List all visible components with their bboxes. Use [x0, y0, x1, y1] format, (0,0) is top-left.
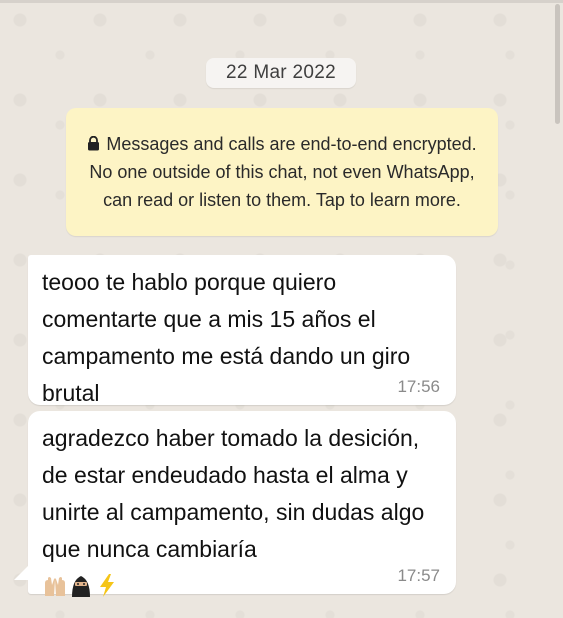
- message-text: agradezco haber tomado la desición, de e…: [42, 420, 442, 605]
- raising-hands-emoji: [45, 577, 65, 596]
- encryption-notice-text-wrap: Messages and calls are end-to-end encryp…: [84, 130, 480, 214]
- scrollbar-thumb[interactable]: [555, 4, 560, 124]
- bubble-tail: [14, 566, 28, 580]
- lightning-emoji: [100, 574, 114, 597]
- message-text-content: teooo te hablo porque quiero comentarte …: [42, 269, 411, 406]
- ninja-emoji: [72, 576, 90, 597]
- message-text-content: agradezco haber tomado la desición, de e…: [42, 425, 425, 562]
- message-timestamp: 17:56: [397, 377, 440, 396]
- message-timestamp: 17:57: [397, 566, 440, 585]
- encryption-notice[interactable]: Messages and calls are end-to-end encryp…: [66, 108, 498, 236]
- top-divider: [0, 0, 563, 3]
- message-bubble[interactable]: agradezco haber tomado la desición, de e…: [28, 411, 456, 597]
- chat-scrollbar[interactable]: [553, 0, 563, 618]
- lock-icon: [88, 136, 100, 151]
- date-divider: 22 Mar 2022: [206, 58, 356, 88]
- message-bubble[interactable]: teooo te hablo porque quiero comentarte …: [28, 255, 456, 441]
- encryption-notice-text: Messages and calls are end-to-end encryp…: [89, 134, 477, 210]
